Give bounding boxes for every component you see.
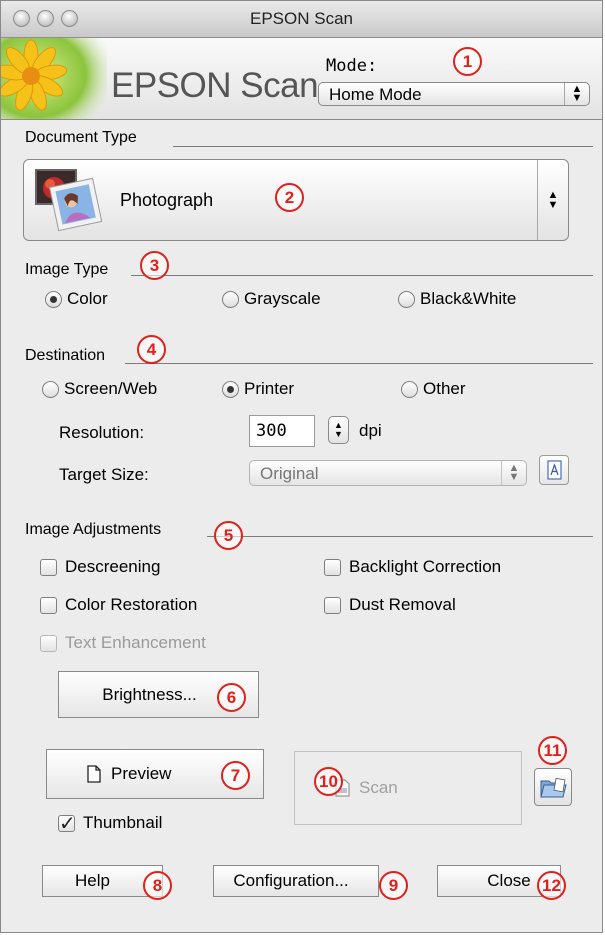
resolution-input[interactable]: 300 xyxy=(249,415,315,447)
radio-black-white[interactable]: Black&White xyxy=(398,289,516,309)
radio-screen-web[interactable]: Screen/Web xyxy=(42,379,157,399)
target-size-value: Original xyxy=(260,464,319,483)
radio-color[interactable]: Color xyxy=(45,289,108,309)
callout-marker-11: 11 xyxy=(538,736,567,765)
callout-marker-7: 7 xyxy=(221,761,250,790)
page-orientation-icon xyxy=(547,460,562,480)
checkbox-unchecked-icon xyxy=(324,596,341,614)
flower-logo-icon xyxy=(1,38,107,119)
radio-unselected-icon xyxy=(222,290,239,308)
header-banner: EPSON Scan Mode: Home Mode ▲ ▼ 1 xyxy=(1,38,602,120)
document-type-title: Document Type xyxy=(25,129,137,146)
checkbox-descreening[interactable]: Descreening xyxy=(40,557,160,577)
callout-marker-3: 3 xyxy=(140,251,169,280)
stepper-down-icon: ▼ xyxy=(334,429,343,439)
target-size-label: Target Size: xyxy=(59,465,149,484)
resolution-unit: dpi xyxy=(359,421,382,440)
photograph-icon xyxy=(35,169,103,232)
callout-marker-4: 4 xyxy=(137,335,166,364)
checkbox-disabled-icon xyxy=(40,634,57,652)
radio-selected-icon xyxy=(222,380,239,398)
folder-icon xyxy=(540,777,567,798)
mode-select-value: Home Mode xyxy=(329,85,422,104)
callout-marker-12: 12 xyxy=(537,871,566,900)
checkbox-backlight-correction[interactable]: Backlight Correction xyxy=(324,557,501,577)
document-type-value: Photograph xyxy=(120,190,214,210)
callout-marker-1: 1 xyxy=(453,47,482,76)
radio-other[interactable]: Other xyxy=(401,379,466,399)
mode-select-arrows-icon: ▲ ▼ xyxy=(564,83,589,105)
checkbox-checked-icon xyxy=(58,811,76,836)
configuration-button[interactable]: Configuration... xyxy=(213,865,379,897)
divider xyxy=(207,536,593,537)
image-type-title: Image Type xyxy=(25,261,109,278)
resolution-stepper[interactable]: ▲ ▼ xyxy=(328,416,349,444)
checkbox-unchecked-icon xyxy=(324,558,341,576)
mode-select[interactable]: Home Mode ▲ ▼ xyxy=(318,82,590,106)
title-bar: EPSON Scan xyxy=(1,1,602,38)
checkbox-color-restoration[interactable]: Color Restoration xyxy=(40,595,197,615)
resolution-label: Resolution: xyxy=(59,423,145,442)
target-size-select[interactable]: Original ▲ ▼ xyxy=(249,460,527,486)
main-panel: Document Type Photograph ▲ ▼ 2 Image Type xyxy=(1,119,602,933)
radio-unselected-icon xyxy=(401,380,418,398)
window-title: EPSON Scan xyxy=(250,9,353,28)
radio-grayscale[interactable]: Grayscale xyxy=(222,289,321,309)
mode-label: Mode: xyxy=(326,56,378,76)
checkbox-dust-removal[interactable]: Dust Removal xyxy=(324,595,456,615)
target-size-arrows-icon: ▲ ▼ xyxy=(501,461,526,485)
document-type-arrows-icon: ▲ ▼ xyxy=(537,160,568,240)
epson-scan-window: EPSON Scan EPSON Scan Mode: Home Mode ▲ … xyxy=(0,0,603,933)
checkbox-unchecked-icon xyxy=(40,558,57,576)
callout-marker-8: 8 xyxy=(143,871,172,900)
callout-marker-2: 2 xyxy=(275,183,304,212)
callout-marker-9: 9 xyxy=(379,871,408,900)
radio-selected-icon xyxy=(45,290,62,308)
brand-text: EPSON Scan xyxy=(111,66,319,105)
radio-unselected-icon xyxy=(398,290,415,308)
callout-marker-5: 5 xyxy=(214,521,243,550)
document-icon xyxy=(87,765,101,783)
radio-printer[interactable]: Printer xyxy=(222,379,294,399)
target-size-orientation-button[interactable] xyxy=(539,455,569,485)
file-save-settings-button[interactable] xyxy=(534,768,572,806)
radio-unselected-icon xyxy=(42,380,59,398)
checkbox-unchecked-icon xyxy=(40,596,57,614)
divider xyxy=(173,146,593,147)
destination-title: Destination xyxy=(25,347,106,364)
divider xyxy=(131,275,593,276)
image-adjustments-title: Image Adjustments xyxy=(25,521,162,538)
callout-marker-6: 6 xyxy=(217,683,246,712)
divider xyxy=(125,363,593,364)
checkbox-text-enhancement[interactable]: Text Enhancement xyxy=(40,633,206,653)
checkbox-thumbnail[interactable]: Thumbnail xyxy=(58,811,162,836)
callout-marker-10: 10 xyxy=(314,767,343,796)
